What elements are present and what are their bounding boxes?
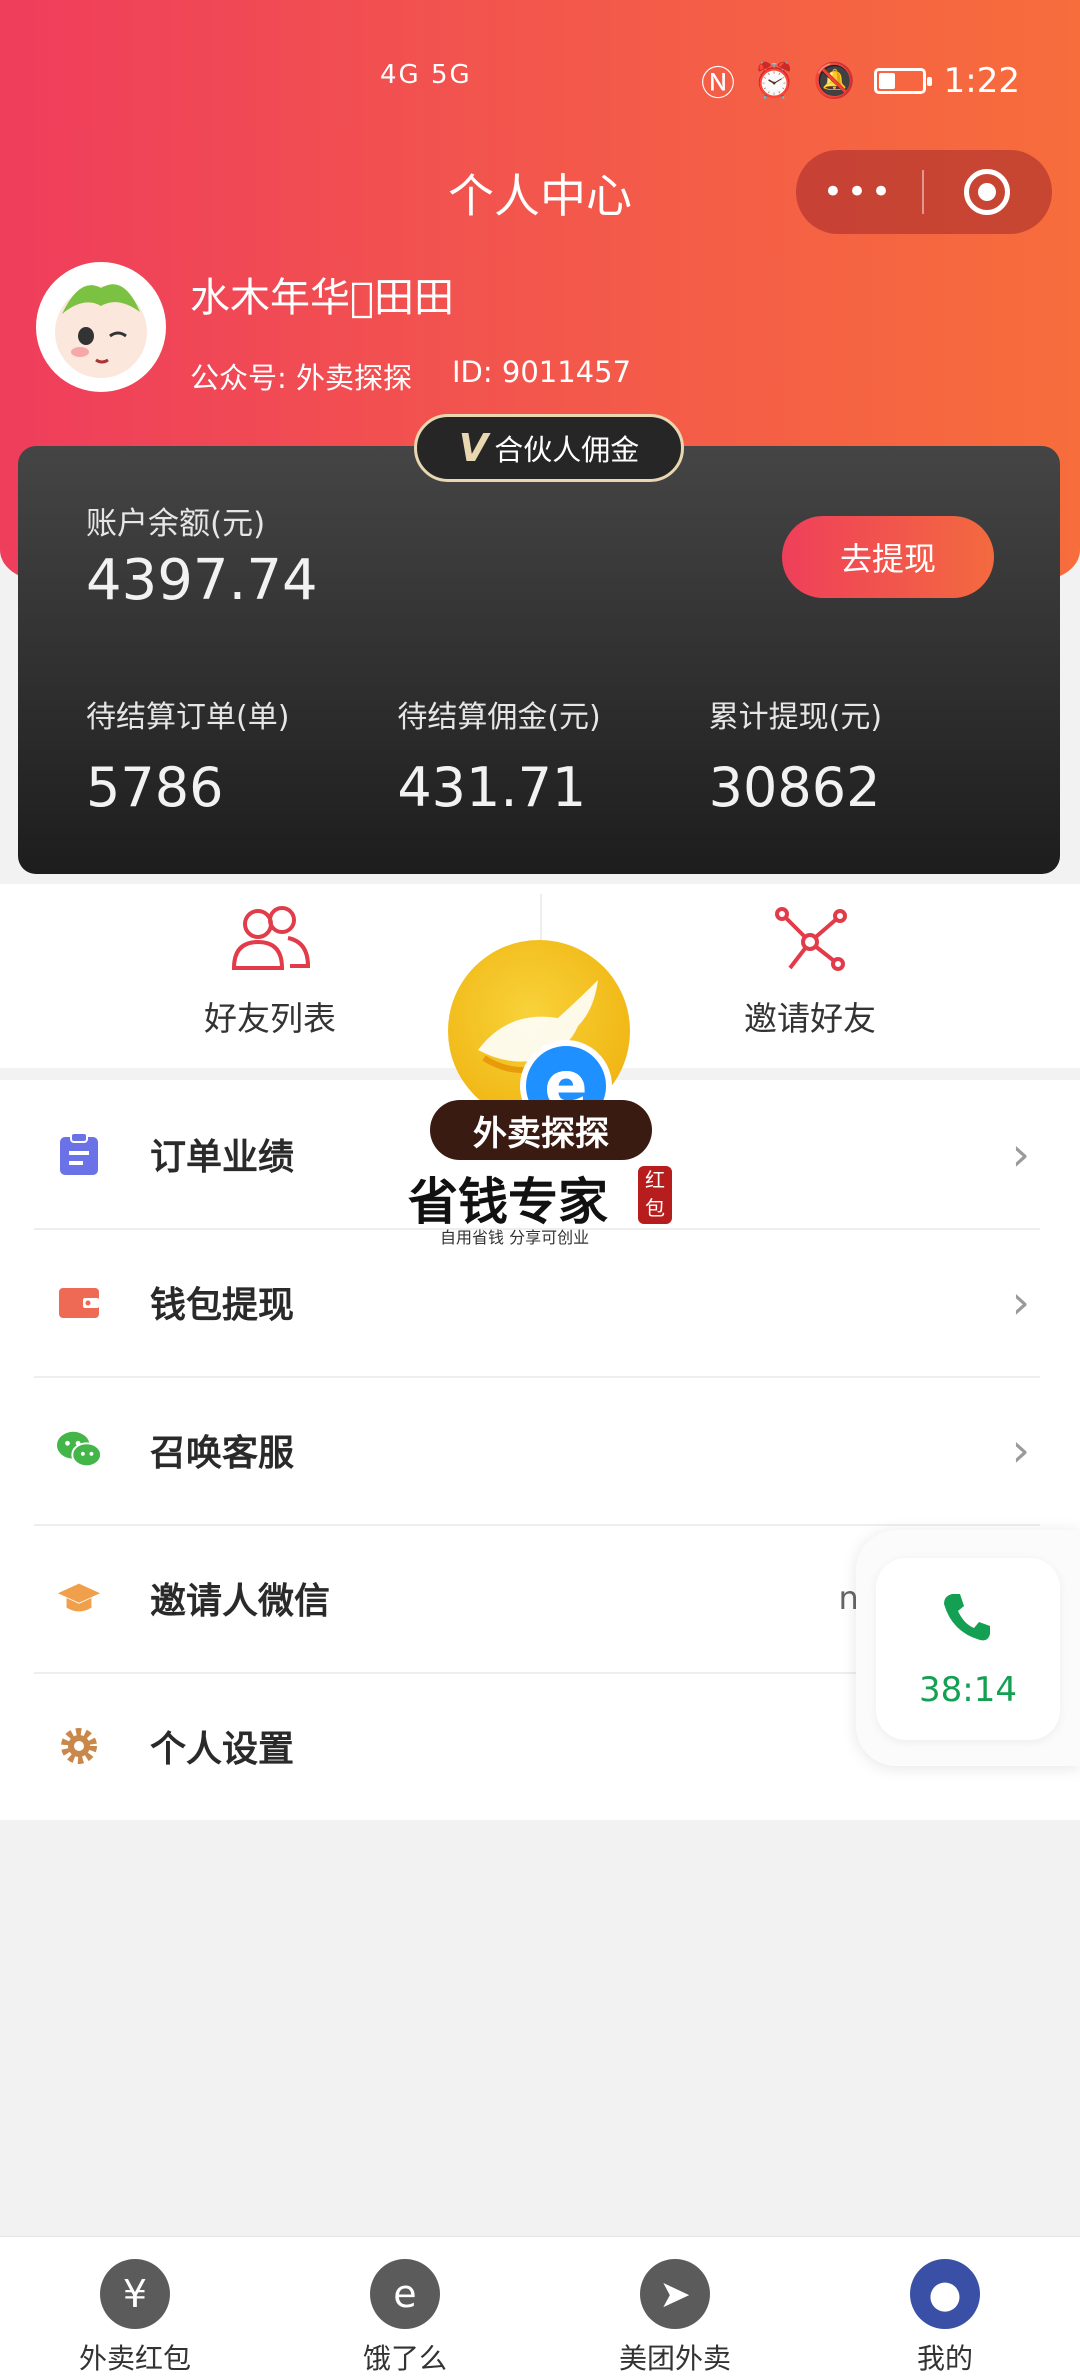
public-account: 公众号: 外卖探探 xyxy=(190,361,412,395)
withdraw-button[interactable]: 去提现 xyxy=(782,516,994,598)
gear-icon xyxy=(56,1723,102,1769)
stat-pending-orders: 待结算订单(单) 5786 xyxy=(86,692,397,819)
users-icon xyxy=(231,906,311,970)
status-time: 1:22 xyxy=(943,60,1020,101)
tab-eleme[interactable]: e 饿了么 xyxy=(270,2237,540,2376)
avatar[interactable] xyxy=(36,262,166,392)
stat-value: 5786 xyxy=(86,756,224,819)
brand-logo-overlay: e 外卖探探 省钱专家 红包 自用省钱 分享可创业 xyxy=(400,940,690,1247)
status-bar: 4G 5G Ⓝ ⏰ 🔕 1:22 xyxy=(0,50,1080,110)
logo-tagline: 自用省钱 分享可创业 xyxy=(440,1228,590,1247)
vip-icon: V xyxy=(458,426,489,470)
miniprogram-capsule: ••• xyxy=(796,150,1052,234)
balance-label: 账户余额(元) xyxy=(86,506,266,542)
tab-label: 美团外卖 xyxy=(618,2342,731,2375)
tab-mine[interactable]: ● 我的 xyxy=(810,2237,1080,2376)
stat-total-withdrawn: 累计提现(元) 30862 xyxy=(709,692,1020,819)
wechat-icon xyxy=(56,1427,102,1473)
tab-label: 饿了么 xyxy=(362,2342,447,2375)
menu-label: 邀请人微信 xyxy=(150,1581,331,1622)
tab-label: 我的 xyxy=(916,2342,973,2375)
user-icon: ● xyxy=(910,2259,980,2329)
mute-icon: 🔕 xyxy=(813,60,856,101)
eleme-icon: e xyxy=(370,2259,440,2329)
logo-seal: 红包 xyxy=(638,1166,672,1224)
stat-label: 待结算佣金(元) xyxy=(397,700,601,735)
close-miniprogram-button[interactable] xyxy=(924,169,1050,215)
chevron-right-icon: › xyxy=(1011,1423,1030,1477)
menu-item-customer-service[interactable]: 召唤客服 › xyxy=(0,1376,1080,1524)
vip-badge: V 合伙人佣金 xyxy=(414,414,684,482)
account-card: 账户余额(元) 4397.74 去提现 待结算订单(单) 5786 待结算佣金(… xyxy=(18,446,1060,874)
signal-indicator: 4G 5G xyxy=(380,60,472,90)
battery-icon xyxy=(873,67,932,94)
nfc-icon: Ⓝ xyxy=(700,64,735,104)
target-icon xyxy=(964,169,1010,215)
stat-label: 累计提现(元) xyxy=(708,700,883,735)
phone-icon xyxy=(944,1594,990,1641)
menu-label: 个人设置 xyxy=(150,1729,295,1770)
clipboard-icon xyxy=(56,1131,102,1177)
bottom-tab-bar: ¥ 外卖红包 e 饿了么 ➤ 美团外卖 ● 我的 xyxy=(0,2236,1080,2376)
stat-label: 待结算订单(单) xyxy=(86,700,290,735)
stat-pending-commission: 待结算佣金(元) 431.71 xyxy=(397,692,708,819)
kangaroo-icon: ➤ xyxy=(640,2259,710,2329)
call-timer: 38:14 xyxy=(919,1670,1017,1710)
stat-value: 30862 xyxy=(708,756,881,819)
username: 水木年华 田田 xyxy=(190,275,455,321)
balance-value: 4397.74 xyxy=(86,548,318,613)
tab-red-packet[interactable]: ¥ 外卖红包 xyxy=(0,2237,270,2376)
graduation-cap-icon xyxy=(56,1575,102,1621)
share-nodes-icon xyxy=(775,907,847,971)
floating-call-widget[interactable]: 38:14 xyxy=(856,1530,1080,1766)
stats-row: 待结算订单(单) 5786 待结算佣金(元) 431.71 累计提现(元) 30… xyxy=(86,692,1020,819)
alarm-icon: ⏰ xyxy=(752,60,796,101)
chevron-right-icon: › xyxy=(1011,1275,1030,1329)
tab-label: 外卖红包 xyxy=(78,2342,191,2375)
menu-label: 召唤客服 xyxy=(150,1433,295,1474)
more-button[interactable]: ••• xyxy=(796,172,922,212)
menu-label: 订单业绩 xyxy=(150,1137,295,1178)
call-widget-inner: 38:14 xyxy=(876,1558,1060,1740)
chevron-right-icon: › xyxy=(1011,1127,1030,1181)
tab-meituan[interactable]: ➤ 美团外卖 xyxy=(540,2237,810,2376)
menu-label: 钱包提现 xyxy=(150,1285,295,1326)
wallet-icon xyxy=(56,1279,102,1325)
red-packet-icon: ¥ xyxy=(100,2259,170,2329)
user-info: 公众号: 外卖探探 ID: 9011457 xyxy=(190,355,631,397)
menu-item-wallet-withdraw[interactable]: 钱包提现 › xyxy=(0,1228,1080,1376)
user-id: ID: 9011457 xyxy=(452,355,632,389)
logo-banner: 外卖探探 xyxy=(430,1100,652,1160)
stat-value: 431.71 xyxy=(397,756,587,819)
vip-badge-label: 合伙人佣金 xyxy=(494,433,640,467)
